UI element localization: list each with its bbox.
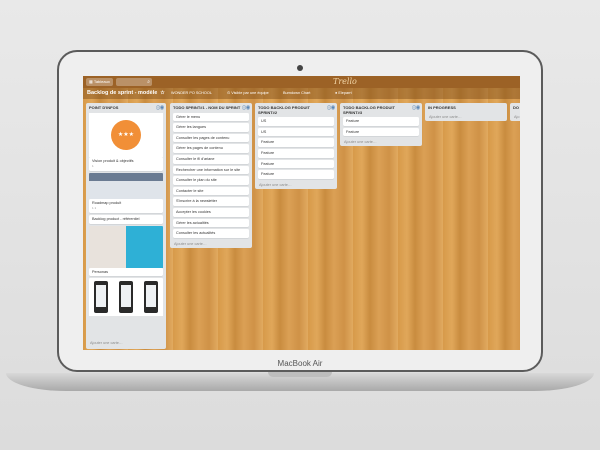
card-roadmap[interactable]: Roadmap produit 1 1	[89, 198, 163, 213]
add-card-link[interactable]: Ajo	[510, 113, 520, 121]
burndown-button[interactable]: Burndown Chart	[283, 88, 310, 99]
list-title[interactable]: IN PROGRESS	[425, 103, 507, 113]
card[interactable]: Feature	[343, 117, 419, 126]
list-title-text: POINT D'INFOS	[89, 105, 119, 110]
card-badge: 1	[92, 164, 94, 169]
list-title[interactable]: DO	[510, 103, 520, 113]
laptop-notch	[268, 372, 332, 377]
card[interactable]: Gérer les pages de contenu	[173, 144, 249, 153]
boards-button[interactable]: ▦ Tableaux	[86, 78, 113, 86]
list-title-text: IN PROGRESS	[428, 105, 456, 110]
card[interactable]: Feature	[258, 148, 334, 158]
list-in-progress: IN PROGRESS Ajouter une carte…	[425, 103, 507, 121]
personas-cover-image[interactable]	[89, 278, 163, 317]
card[interactable]: Gérer les actualités	[173, 218, 249, 228]
card-badge: 1 1	[92, 206, 97, 211]
card-vision[interactable]: Vision produit & objectifs 1	[89, 156, 163, 171]
backlog-cover-image[interactable]	[89, 225, 163, 268]
member-button[interactable]: ● Eleparrt	[335, 88, 352, 99]
list-todo-sprint2: TODO BACKLOG PRODUIT SPRINT#2 ⓘ◉ US US Fe…	[255, 103, 337, 189]
card[interactable]: S'inscrire à la newsletter	[173, 197, 249, 206]
org-link[interactable]: WONDER PO SCHOOL	[171, 88, 212, 99]
list-title[interactable]: POINT D'INFOS ⓘ◉	[86, 103, 166, 113]
list-menu-icon[interactable]: ⓘ◉	[327, 105, 335, 111]
boards-button-label: Tableaux	[93, 79, 110, 84]
add-card-link[interactable]: Ajouter une carte…	[255, 181, 337, 189]
trello-logo: Trello	[333, 77, 357, 86]
add-card-link[interactable]: Ajouter une carte…	[170, 240, 252, 248]
list-menu-icon[interactable]: ⓘ◉	[156, 105, 164, 111]
card-label: Vision produit & objectifs	[92, 158, 134, 163]
visibility-button[interactable]: ⊙ Visible par une équipe	[227, 88, 269, 99]
board-title-text: Backlog de sprint - modèle	[87, 90, 158, 96]
trello-screen: ▦ Tableaux ⌕ Trello Backlog de sprint - …	[83, 76, 520, 350]
phone-mockup	[94, 281, 109, 314]
list-todo-sprint1: TODO SPRINT#1 - NOM DU SPRINT ⓘ◉ Gérer le…	[170, 103, 252, 248]
card-personas[interactable]: Personas	[89, 267, 163, 277]
list-title-text: TODO BACKLOG PRODUIT SPRINT#2	[258, 105, 310, 115]
card[interactable]: US	[258, 117, 334, 126]
list-title-text: TODO SPRINT#1 - NOM DU SPRINT	[173, 105, 241, 110]
card[interactable]: Feature	[258, 138, 334, 147]
card[interactable]: Consulter les actualités	[173, 229, 249, 238]
list-title[interactable]: TODO BACKLOG PRODUIT SPRINT#3 ⓘ◉	[340, 103, 422, 117]
board-title[interactable]: Backlog de sprint - modèle ☆	[87, 88, 165, 99]
card-backlog-referentiel[interactable]: Backlog product - référentiel	[89, 214, 163, 224]
add-card-link[interactable]: Ajouter une carte…	[340, 138, 422, 146]
card[interactable]: Feature	[258, 170, 334, 179]
camera-icon	[297, 65, 303, 71]
list-title[interactable]: TODO BACKLOG PRODUIT SPRINT#2 ⓘ◉	[255, 103, 337, 117]
card[interactable]: Consulter les pages de contenu	[173, 133, 249, 143]
card[interactable]: Contacter le site	[173, 186, 249, 196]
card[interactable]: Gérer les langues	[173, 123, 249, 132]
list-done-partial: DO Ajo	[510, 103, 520, 121]
star-icon[interactable]: ☆	[160, 90, 164, 96]
top-bar: ▦ Tableaux ⌕ Trello	[83, 76, 520, 88]
list-point-infos: POINT D'INFOS ⓘ◉ ★★★ Vision produit & obj…	[86, 103, 166, 349]
phone-mockup	[118, 281, 133, 314]
search-icon: ⌕	[147, 79, 150, 85]
phone-mockup	[143, 281, 158, 314]
device-label: MacBook Air	[277, 359, 323, 368]
add-card-link[interactable]: Ajouter une carte…	[86, 339, 127, 347]
board-header: Backlog de sprint - modèle ☆ WONDER PO SC…	[83, 88, 520, 99]
add-card-link[interactable]: Ajouter une carte…	[425, 113, 507, 121]
vision-cover[interactable]: ★★★	[89, 112, 163, 157]
list-menu-icon[interactable]: ⓘ◉	[412, 105, 420, 111]
card[interactable]: Feature	[258, 159, 334, 169]
roadmap-cover-image[interactable]	[89, 172, 163, 199]
list-todo-sprint3: TODO BACKLOG PRODUIT SPRINT#3 ⓘ◉ Feature …	[340, 103, 422, 147]
card-label: Personas	[92, 269, 109, 274]
card[interactable]: Rechercher une information sur le site	[173, 165, 249, 175]
card[interactable]: Consulter le plan du site	[173, 176, 249, 185]
list-title-text: TODO BACKLOG PRODUIT SPRINT#3	[343, 105, 395, 115]
card[interactable]: Feature	[343, 127, 419, 137]
card-label: Backlog product - référentiel	[92, 216, 140, 221]
stars-icon: ★★★	[111, 119, 141, 150]
list-menu-icon[interactable]: ⓘ◉	[242, 105, 250, 111]
card-label: Roadmap produit	[92, 200, 122, 205]
card[interactable]: Gérer le menu	[173, 112, 249, 122]
member-label: Eleparrt	[338, 91, 352, 95]
card[interactable]: US	[258, 127, 334, 137]
card[interactable]: Consulter le fil d'ariane	[173, 154, 249, 164]
card[interactable]: Accepter les cookies	[173, 207, 249, 217]
list-title[interactable]: TODO SPRINT#1 - NOM DU SPRINT ⓘ◉	[170, 103, 252, 113]
search-input[interactable]: ⌕	[116, 78, 152, 86]
visibility-label: Visible par une équipe	[231, 91, 269, 95]
